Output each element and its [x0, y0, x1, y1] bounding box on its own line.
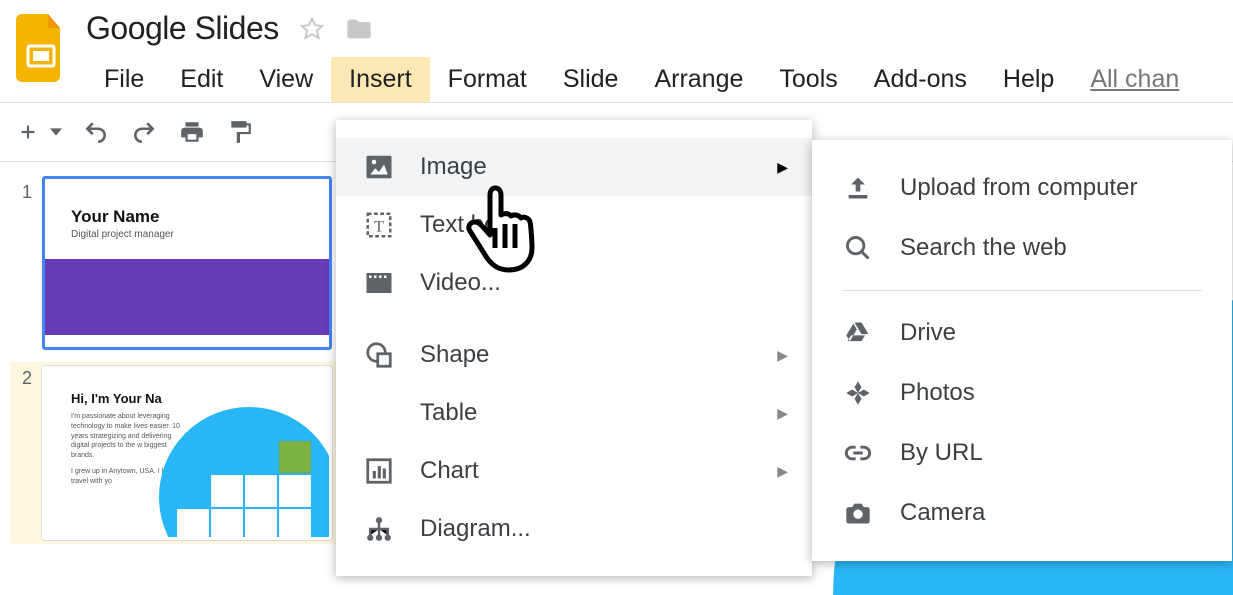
menu-format[interactable]: Format — [430, 57, 545, 102]
video-icon — [362, 266, 396, 300]
menu-file[interactable]: File — [86, 57, 162, 102]
submenu-arrow-icon: ▶ — [777, 159, 788, 176]
slide1-purple-bar — [45, 259, 329, 335]
menu-label: Upload from computer — [900, 174, 1137, 202]
folder-icon[interactable] — [345, 15, 373, 43]
menu-help[interactable]: Help — [985, 57, 1072, 102]
image-submenu: Upload from computer Search the web Driv… — [812, 140, 1232, 561]
insert-textbox-item[interactable]: T Text box — [336, 196, 812, 254]
slide-thumbnail-2[interactable]: Hi, I'm Your Na I'm passionate about lev… — [42, 366, 332, 540]
slide-thumbnail-1[interactable]: Your Name Digital project manager — [42, 176, 332, 350]
submenu-arrow-icon: ▶ — [777, 463, 788, 480]
diagram-icon — [362, 512, 396, 546]
chart-blocks — [177, 441, 311, 540]
menu-view[interactable]: View — [241, 57, 331, 102]
menu-label: Drive — [900, 319, 956, 347]
menu-label: Video... — [420, 269, 788, 297]
slide-number: 1 — [14, 176, 32, 350]
new-slide-button[interactable] — [12, 116, 44, 148]
menu-bar: File Edit View Insert Format Slide Arran… — [86, 51, 1221, 102]
menu-label: Search the web — [900, 234, 1067, 262]
new-slide-dropdown-icon[interactable] — [48, 116, 64, 148]
slide-number: 2 — [14, 366, 32, 540]
insert-shape-item[interactable]: Shape ▶ — [336, 326, 812, 384]
menu-label: Photos — [900, 379, 975, 407]
menu-slide[interactable]: Slide — [545, 57, 637, 102]
image-icon — [362, 150, 396, 184]
insert-video-item[interactable]: Video... — [336, 254, 812, 312]
table-icon — [362, 396, 396, 430]
camera-icon — [842, 497, 874, 529]
slides-logo-icon — [16, 14, 66, 82]
menu-separator — [842, 290, 1202, 291]
insert-table-item[interactable]: Table ▶ — [336, 384, 812, 442]
last-edit-link[interactable]: All chan — [1072, 57, 1197, 102]
menu-label: Diagram... — [420, 515, 788, 543]
slide-thumbnail-row[interactable]: 2 Hi, I'm Your Na I'm passionate about l… — [10, 362, 338, 544]
print-button[interactable] — [176, 116, 208, 148]
menu-label: Text box — [420, 211, 788, 239]
textbox-icon: T — [362, 208, 396, 242]
by-url-item[interactable]: By URL — [812, 423, 1232, 483]
undo-button[interactable] — [80, 116, 112, 148]
insert-image-item[interactable]: Image ▶ — [336, 138, 812, 196]
document-title[interactable]: Google Slides — [86, 10, 279, 47]
menu-label: By URL — [900, 439, 983, 467]
redo-button[interactable] — [128, 116, 160, 148]
search-the-web-item[interactable]: Search the web — [812, 218, 1232, 278]
menu-arrange[interactable]: Arrange — [636, 57, 761, 102]
paint-format-button[interactable] — [224, 116, 256, 148]
menu-label: Image — [420, 153, 753, 181]
svg-text:T: T — [374, 217, 384, 235]
submenu-arrow-icon: ▶ — [777, 405, 788, 422]
link-icon — [842, 437, 874, 469]
menu-addons[interactable]: Add-ons — [856, 57, 985, 102]
shape-icon — [362, 338, 396, 372]
menu-label: Camera — [900, 499, 985, 527]
insert-diagram-item[interactable]: Diagram... — [336, 500, 812, 558]
menu-label: Shape — [420, 341, 753, 369]
menu-insert[interactable]: Insert — [331, 57, 430, 102]
search-icon — [842, 232, 874, 264]
star-icon[interactable] — [299, 16, 325, 42]
drive-icon — [842, 317, 874, 349]
chart-icon — [362, 454, 396, 488]
drive-item[interactable]: Drive — [812, 303, 1232, 363]
document-header: Google Slides File Edit View Insert Form… — [0, 0, 1233, 102]
menu-label: Chart — [420, 457, 753, 485]
insert-menu-dropdown: Image ▶ T Text box Video... Shape ▶ Tabl… — [336, 120, 812, 576]
photos-item[interactable]: Photos — [812, 363, 1232, 423]
insert-chart-item[interactable]: Chart ▶ — [336, 442, 812, 500]
submenu-arrow-icon: ▶ — [777, 347, 788, 364]
menu-edit[interactable]: Edit — [162, 57, 241, 102]
slide1-title: Your Name — [45, 179, 329, 229]
slide2-title: Hi, I'm Your Na — [45, 369, 329, 412]
slide-thumbnail-panel: 1 Your Name Digital project manager 2 Hi… — [0, 162, 344, 577]
upload-icon — [842, 172, 874, 204]
upload-from-computer-item[interactable]: Upload from computer — [812, 158, 1232, 218]
slide1-subtitle: Digital project manager — [45, 229, 329, 240]
photos-icon — [842, 377, 874, 409]
menu-tools[interactable]: Tools — [761, 57, 855, 102]
menu-label: Table — [420, 399, 753, 427]
slide-thumbnail-row[interactable]: 1 Your Name Digital project manager — [14, 176, 334, 350]
camera-item[interactable]: Camera — [812, 483, 1232, 543]
